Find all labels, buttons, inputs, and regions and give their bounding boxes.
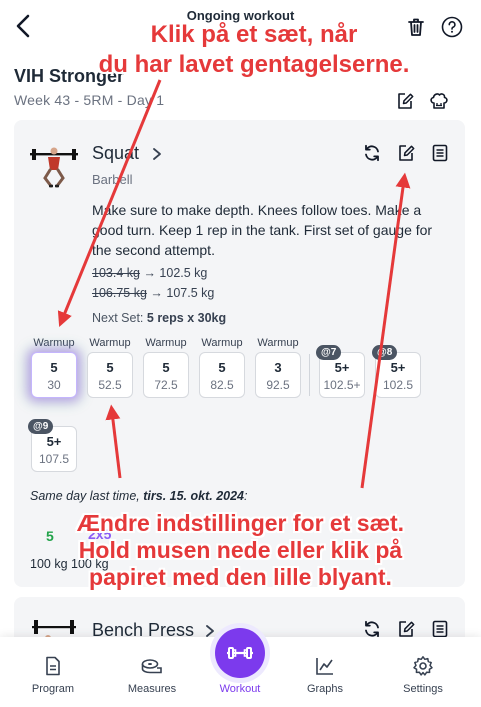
set-reps: 5+	[46, 434, 62, 449]
squat-thumbnail-icon	[30, 147, 78, 188]
last-time-date: tirs. 15. okt. 2024	[143, 489, 245, 503]
gear-icon	[413, 656, 433, 676]
last-time-info: Same day last time, tirs. 15. okt. 2024:	[30, 489, 248, 503]
tape-measure-icon	[141, 659, 162, 674]
nav-label: Program	[31, 683, 75, 695]
week-day-label: Week 43 - 5RM - Day 1	[14, 92, 165, 108]
set-reps: 5	[218, 360, 226, 375]
new-weight: 102.5 kg	[159, 266, 208, 280]
set-reps: 5	[162, 360, 170, 375]
rpe-badge: @7	[316, 345, 342, 360]
replace-exercise-icon[interactable]	[362, 619, 382, 639]
set-button[interactable]: 5 82.5	[199, 352, 245, 398]
old-weight: 106.75 kg	[92, 286, 147, 300]
divider	[309, 354, 310, 396]
dumbbell-icon	[227, 647, 253, 659]
set-button[interactable]: 3 92.5	[255, 352, 301, 398]
notes-list-icon[interactable]	[430, 143, 450, 163]
replace-exercise-icon[interactable]	[362, 143, 382, 163]
last-time-suffix: :	[244, 489, 248, 503]
nav-label: Settings	[403, 683, 443, 695]
notes-list-icon[interactable]	[430, 619, 450, 639]
set-reps: 5+	[334, 360, 350, 375]
edit-note-icon[interactable]	[395, 91, 415, 111]
set-type-label: Warmup	[257, 337, 299, 349]
weight-history-row: 103.4 kg → 102.5 kg	[92, 266, 207, 280]
annotation-line: papiret med den lille blyant.	[89, 564, 392, 590]
arrow-text: →	[146, 286, 167, 300]
exercise-name[interactable]: Squat	[92, 143, 139, 164]
annotation-top: Klik på et sæt, når du har lavet gentage…	[58, 20, 450, 80]
nav-workout-button[interactable]	[215, 628, 265, 678]
set-reps: 5	[106, 360, 114, 375]
set-reps: 5	[50, 360, 58, 375]
set-type-label: Warmup	[89, 337, 131, 349]
set-type-label: Warmup	[33, 337, 75, 349]
exercise-description: Make sure to make depth. Knees follow to…	[92, 202, 433, 258]
set-type-label: Warmup	[201, 337, 243, 349]
edit-exercise-icon[interactable]	[396, 619, 416, 639]
set-weight: 72.5	[154, 378, 178, 392]
document-icon	[46, 656, 60, 676]
set-weight: 92.5	[266, 378, 290, 392]
old-weight: 103.4 kg	[92, 266, 140, 280]
equipment-label: Barbell	[92, 172, 133, 187]
rpe-badge: @9	[28, 419, 54, 434]
next-set-value: 5 reps x 30kg	[146, 311, 227, 325]
nav-label: Measures	[127, 683, 177, 695]
set-weight: 82.5	[210, 378, 234, 392]
annotation-line: Ændre indstillinger for et sæt.	[76, 510, 405, 536]
last-time-prefix: Same day last time,	[30, 489, 144, 503]
nav-settings[interactable]: Settings	[383, 655, 463, 695]
nav-measures[interactable]: Measures	[112, 655, 192, 695]
set-weight: 102.5+	[323, 378, 361, 392]
set-weight: 107.5	[38, 452, 70, 466]
chef-hat-icon[interactable]	[428, 90, 450, 112]
nav-program[interactable]: Program	[13, 655, 93, 695]
nav-label-workout: Workout	[219, 683, 261, 695]
set-weight: 52.5	[98, 378, 122, 392]
set-reps: 3	[274, 360, 282, 375]
next-set-info: Next Set: 5 reps x 30kg	[92, 311, 226, 325]
set-weight: 102.5	[382, 378, 414, 392]
nav-graphs[interactable]: Graphs	[285, 655, 365, 695]
set-reps: 5+	[390, 360, 406, 375]
set-button[interactable]: 5 72.5	[143, 352, 189, 398]
chevron-right-icon[interactable]	[204, 624, 216, 638]
weight-history-row: 106.75 kg → 107.5 kg	[92, 286, 214, 300]
edit-exercise-icon[interactable]	[396, 143, 416, 163]
line-graph-icon	[316, 658, 333, 675]
set-weight: 30	[47, 378, 61, 392]
set-button[interactable]: 5 30	[31, 352, 77, 398]
annotation-bottom: Ændre indstillinger for et sæt. Hold mus…	[16, 510, 465, 591]
new-weight: 107.5 kg	[166, 286, 215, 300]
annotation-line: Hold musen nede eller klik på	[78, 537, 403, 563]
arrow-text: →	[139, 266, 160, 280]
next-set-label: Next Set:	[92, 311, 147, 325]
annotation-line: Klik på et sæt, når	[150, 21, 358, 48]
rpe-badge: @8	[372, 345, 398, 360]
set-button[interactable]: 5 52.5	[87, 352, 133, 398]
nav-label: Graphs	[306, 683, 344, 695]
set-type-label: Warmup	[145, 337, 187, 349]
annotation-line: du har lavet gentagelserne.	[98, 51, 410, 78]
chevron-right-icon[interactable]	[151, 147, 163, 161]
